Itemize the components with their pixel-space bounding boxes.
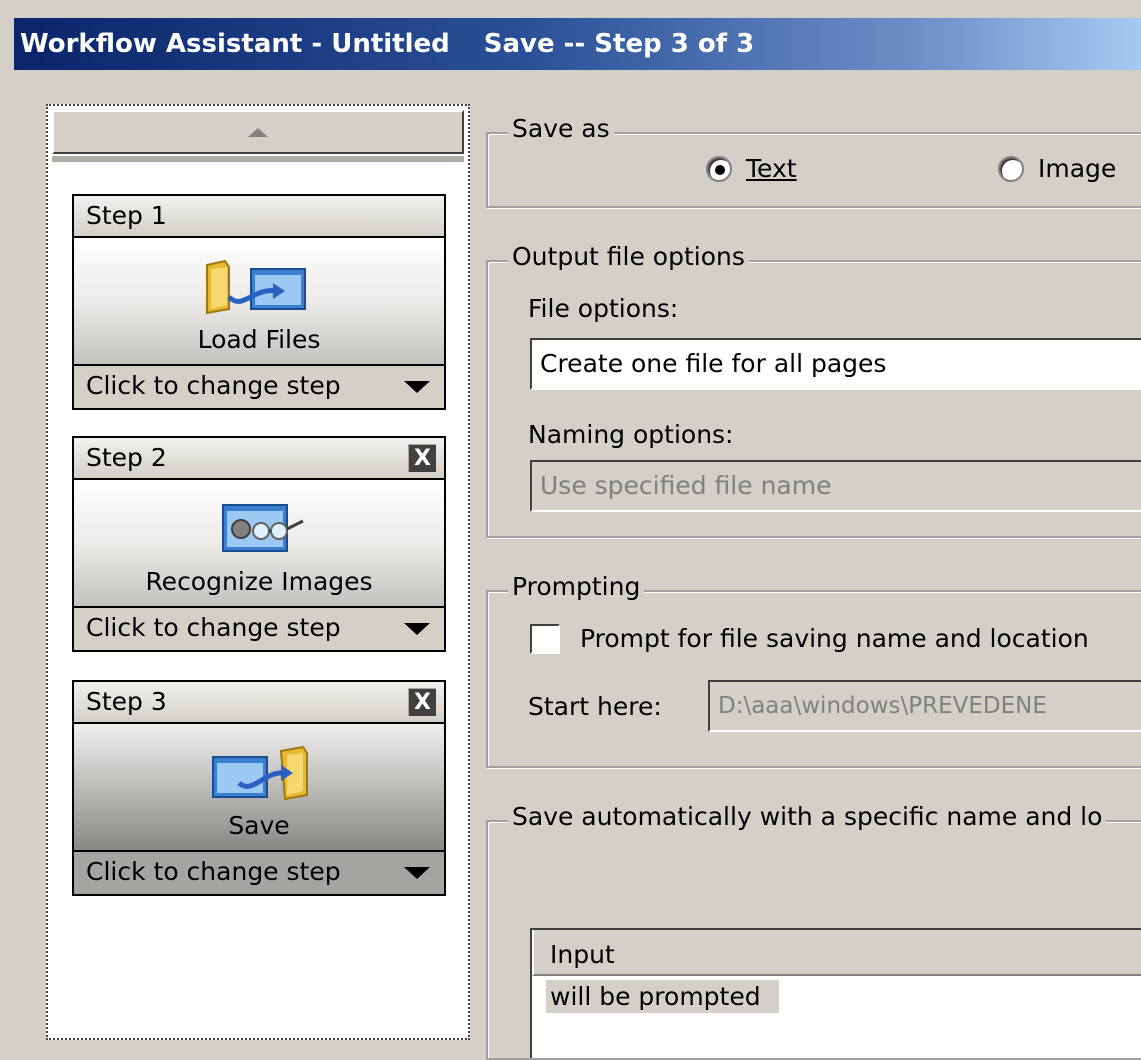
step-button-load-files[interactable]: Load Files <box>74 238 444 366</box>
step-header: Step 3 X <box>74 682 444 724</box>
prompt-for-file-checkbox[interactable] <box>530 624 560 654</box>
step-header-label: Step 1 <box>86 201 167 230</box>
radio-selected-dot <box>715 165 725 175</box>
prompt-for-file-label[interactable]: Prompt for file saving name and location <box>580 624 1089 653</box>
scroll-up-button[interactable] <box>52 110 464 154</box>
step-header: Step 1 <box>74 196 444 238</box>
step-card-3[interactable]: Step 3 X Save Click to change step <box>72 680 446 896</box>
step-header: Step 2 X <box>74 438 444 480</box>
dropdown-arrow-icon <box>404 623 430 635</box>
save-as-legend: Save as <box>508 114 614 143</box>
remove-step-button[interactable]: X <box>408 444 436 472</box>
change-step-dropdown[interactable]: Click to change step <box>74 852 444 894</box>
step-header-label: Step 3 <box>86 687 167 716</box>
save-as-group: Save as Text Image <box>486 114 1141 208</box>
prompting-legend: Prompting <box>508 572 645 601</box>
table-header-input[interactable]: Input <box>532 930 1141 976</box>
step-button-save[interactable]: Save <box>74 724 444 852</box>
table-cell[interactable]: will be prompted <box>546 980 779 1013</box>
auto-save-legend: Save automatically with a specific name … <box>508 802 1107 831</box>
step-header-label: Step 2 <box>86 443 167 472</box>
step-name: Load Files <box>197 325 321 354</box>
save-as-text-label[interactable]: Text <box>746 154 797 183</box>
output-file-options-group: Output file options File options: Create… <box>486 242 1141 538</box>
up-arrow-icon <box>248 127 268 137</box>
input-table[interactable]: Input will be prompted <box>530 928 1141 1058</box>
start-here-field[interactable]: D:\aaa\windows\PREVEDENE <box>708 680 1141 732</box>
step-card-1[interactable]: Step 1 Load Files Click to change step <box>72 194 446 410</box>
dropdown-arrow-icon <box>404 381 430 393</box>
prompting-group: Prompting Prompt for file saving name an… <box>486 572 1141 768</box>
step-title: Save -- Step 3 of 3 <box>483 29 755 59</box>
step-button-recognize-images[interactable]: Recognize Images <box>74 480 444 608</box>
naming-options-label: Naming options: <box>528 420 734 449</box>
change-step-dropdown[interactable]: Click to change step <box>74 366 444 408</box>
change-step-label: Click to change step <box>86 613 341 642</box>
title-bar: Workflow Assistant - Untitled Save -- St… <box>14 18 1141 70</box>
step-card-2[interactable]: Step 2 X Recognize Images Click to chang… <box>72 436 446 652</box>
window-title: Workflow Assistant - Untitled <box>20 29 450 59</box>
save-as-image-label[interactable]: Image <box>1038 154 1116 183</box>
output-file-options-legend: Output file options <box>508 242 749 271</box>
naming-options-select[interactable]: Use specified file name <box>530 460 1141 512</box>
steps-panel: Step 1 Load Files Click to change step S… <box>46 104 470 1040</box>
save-as-image-radio[interactable] <box>998 156 1024 182</box>
dropdown-arrow-icon <box>404 867 430 879</box>
change-step-label: Click to change step <box>86 371 341 400</box>
change-step-label: Click to change step <box>86 857 341 886</box>
step-name: Save <box>228 811 290 840</box>
start-here-label: Start here: <box>528 692 662 721</box>
remove-step-button[interactable]: X <box>408 688 436 716</box>
text-option-label: Text <box>746 154 797 183</box>
change-step-dropdown[interactable]: Click to change step <box>74 608 444 650</box>
recognize-images-icon <box>222 504 304 552</box>
file-options-label: File options: <box>528 294 679 323</box>
save-icon <box>212 745 308 801</box>
file-options-select[interactable]: Create one file for all pages <box>530 338 1141 390</box>
step-name: Recognize Images <box>145 567 373 596</box>
panel-divider <box>52 156 464 162</box>
save-as-text-radio[interactable] <box>706 156 732 182</box>
load-files-icon <box>206 259 306 315</box>
